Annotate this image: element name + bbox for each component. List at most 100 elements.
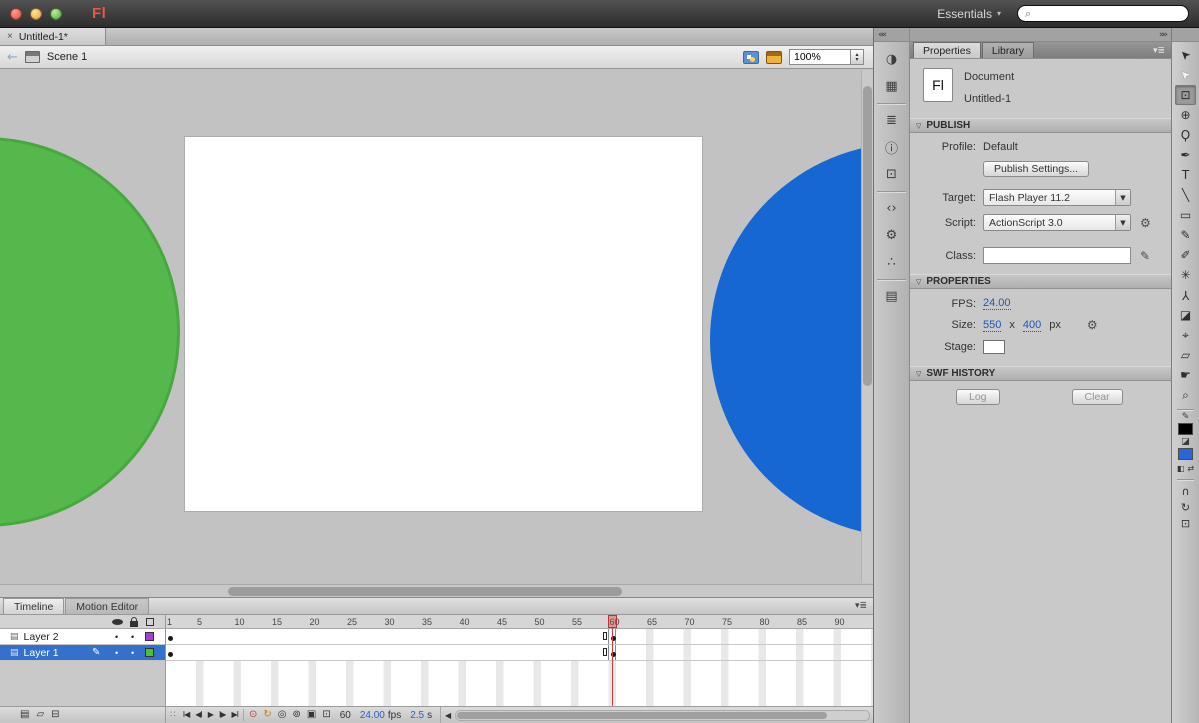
snap-to-objects-button[interactable]: ∩ xyxy=(1176,483,1195,499)
line-tool[interactable]: ╲ xyxy=(1175,185,1196,205)
lock-icon[interactable] xyxy=(130,621,138,627)
timeline-scrollbar-track[interactable] xyxy=(455,710,870,721)
grip-icon[interactable]: ∷ xyxy=(170,710,177,720)
align-panel-icon[interactable]: ≣ xyxy=(879,109,905,132)
timeline-scrollbar[interactable]: ◀ xyxy=(440,707,873,723)
fps-value[interactable]: 24.00 xyxy=(983,297,1011,310)
rotate-skew-button[interactable]: ↻ xyxy=(1176,499,1195,515)
publish-section-header[interactable]: ▽ PUBLISH xyxy=(910,118,1171,133)
zoom-tool[interactable]: ⌕ xyxy=(1175,385,1196,405)
log-button[interactable]: Log xyxy=(956,389,1000,405)
horizontal-scrollbar[interactable] xyxy=(0,584,873,597)
onion-skin-button[interactable]: ◎ xyxy=(278,710,287,720)
eraser-tool[interactable]: ▱ xyxy=(1175,345,1196,365)
layer-outline-color-swatch[interactable] xyxy=(145,632,154,641)
layer-frames-row[interactable] xyxy=(166,645,873,661)
dock-expand-button[interactable]: «« xyxy=(874,28,909,42)
vertical-scrollbar[interactable] xyxy=(861,70,873,583)
publish-settings-button[interactable]: Publish Settings... xyxy=(983,161,1089,177)
workspace-switcher[interactable]: Essentials ▾ xyxy=(937,7,1001,21)
layer-outline-color-swatch[interactable] xyxy=(145,648,154,657)
center-frame-button[interactable]: ⊙ xyxy=(249,710,257,720)
3d-rotation-tool[interactable]: ⊕ xyxy=(1175,105,1196,125)
vertical-scrollbar-thumb[interactable] xyxy=(863,86,872,386)
project-panel-icon[interactable]: ▤ xyxy=(879,285,905,308)
layer-lock-dot[interactable]: • xyxy=(131,648,134,658)
blue-circle-shape[interactable] xyxy=(710,143,873,537)
close-tab-icon[interactable]: × xyxy=(7,31,13,42)
tab-motion-editor[interactable]: Motion Editor xyxy=(65,598,149,614)
frame-span[interactable] xyxy=(166,645,609,660)
stroke-color-swatch[interactable] xyxy=(1178,423,1193,435)
info-panel-icon[interactable]: ⓘ xyxy=(879,136,905,159)
stage-pasteboard[interactable] xyxy=(0,69,873,584)
dropdown-arrow-icon[interactable]: ▼ xyxy=(1115,190,1130,205)
back-arrow-icon[interactable]: ← xyxy=(7,50,18,65)
loop-button[interactable]: ↻ xyxy=(263,710,271,720)
layer-row[interactable]: ▤Layer 1✎•• xyxy=(0,645,165,661)
swap-colors-button[interactable]: ⇄ xyxy=(1187,464,1194,473)
stage-color-swatch[interactable] xyxy=(983,340,1005,354)
layer-visibility-dot[interactable]: • xyxy=(115,632,118,642)
wrench-icon[interactable]: ⚙ xyxy=(1087,318,1098,332)
properties-section-header[interactable]: ▽ PROPERTIES xyxy=(910,274,1171,289)
edit-scene-button[interactable] xyxy=(766,51,782,64)
swf-history-section-header[interactable]: ▽ SWF HISTORY xyxy=(910,366,1171,381)
outline-square-icon[interactable] xyxy=(146,618,154,626)
stage-width-value[interactable]: 550 xyxy=(983,319,1001,332)
pencil-icon[interactable]: ✎ xyxy=(1140,249,1150,263)
search-box[interactable]: ⌕ xyxy=(1017,5,1189,22)
go-to-first-frame-button[interactable]: Ⅰ◀ xyxy=(183,711,190,719)
frame-rate-value[interactable]: 24.00 xyxy=(360,710,385,721)
tab-timeline[interactable]: Timeline xyxy=(3,598,64,614)
clear-button[interactable]: Clear xyxy=(1072,389,1123,405)
scroll-left-button[interactable]: ◀ xyxy=(441,711,455,720)
play-button[interactable]: ▶ xyxy=(208,711,213,719)
playhead-line[interactable] xyxy=(612,628,613,706)
layer-row[interactable]: ▤Layer 2•• xyxy=(0,629,165,645)
eyedropper-tool[interactable]: ⌖ xyxy=(1175,325,1196,345)
scale-button[interactable]: ⊡ xyxy=(1176,515,1195,531)
script-dropdown[interactable]: ActionScript 3.0 ▼ xyxy=(983,214,1131,231)
panel-menu-icon[interactable]: ▾≣ xyxy=(1153,46,1165,56)
layer-visibility-dot[interactable]: • xyxy=(115,648,118,658)
panel-menu-icon[interactable]: ▾≣ xyxy=(855,601,867,611)
bone-tool[interactable]: Y xyxy=(1175,285,1196,305)
edit-multiple-frames-button[interactable]: ▣ xyxy=(307,710,316,720)
frame-span[interactable] xyxy=(166,629,609,644)
text-tool[interactable]: T xyxy=(1175,165,1196,185)
motion-presets-panel-icon[interactable]: ∴ xyxy=(879,251,905,274)
frame-ruler[interactable]: 151015202530354045505560657075808590 xyxy=(166,615,873,629)
free-transform-tool[interactable]: ⊡ xyxy=(1175,85,1196,105)
playhead-marker[interactable] xyxy=(608,615,618,628)
hand-tool[interactable]: ☛ xyxy=(1175,365,1196,385)
horizontal-scrollbar-thumb[interactable] xyxy=(228,587,622,596)
fill-color-swatch[interactable] xyxy=(1178,448,1193,460)
swatches-panel-icon[interactable]: ▦ xyxy=(879,75,905,98)
target-dropdown[interactable]: Flash Player 11.2 ▼ xyxy=(983,189,1131,206)
zoom-stepper[interactable]: ▴ ▾ xyxy=(851,49,864,65)
timeline-scrollbar-thumb[interactable] xyxy=(457,712,827,719)
frames-area[interactable]: 151015202530354045505560657075808590 xyxy=(166,615,873,706)
code-snippets-panel-icon[interactable]: ‹› xyxy=(879,197,905,220)
transform-panel-icon[interactable]: ⊡ xyxy=(879,163,905,186)
stage-height-value[interactable]: 400 xyxy=(1023,319,1041,332)
delete-layer-button[interactable]: ⊟ xyxy=(51,710,59,720)
onion-skin-outlines-button[interactable]: ⊚ xyxy=(292,710,300,720)
minimize-window-button[interactable] xyxy=(30,8,42,20)
go-to-last-frame-button[interactable]: ▶Ⅰ xyxy=(231,711,238,719)
paint-bucket-tool[interactable]: ◪ xyxy=(1175,305,1196,325)
lasso-tool[interactable]: Ϙ xyxy=(1175,125,1196,145)
document-tab[interactable]: × Untitled-1* xyxy=(0,28,106,45)
modify-markers-button[interactable]: ⊡ xyxy=(322,710,330,720)
subselection-tool[interactable]: ➤ xyxy=(1175,65,1196,85)
stage[interactable] xyxy=(185,137,702,511)
edit-symbols-button[interactable] xyxy=(743,51,759,64)
search-input[interactable] xyxy=(1035,8,1181,20)
new-layer-button[interactable]: ▤ xyxy=(20,710,29,720)
step-back-button[interactable]: ◀Ⅰ xyxy=(195,711,202,719)
tab-library[interactable]: Library xyxy=(982,42,1034,58)
layer-frames-row[interactable] xyxy=(166,629,873,645)
dropdown-arrow-icon[interactable]: ▼ xyxy=(1115,215,1130,230)
selection-tool[interactable]: ➤ xyxy=(1175,45,1196,65)
